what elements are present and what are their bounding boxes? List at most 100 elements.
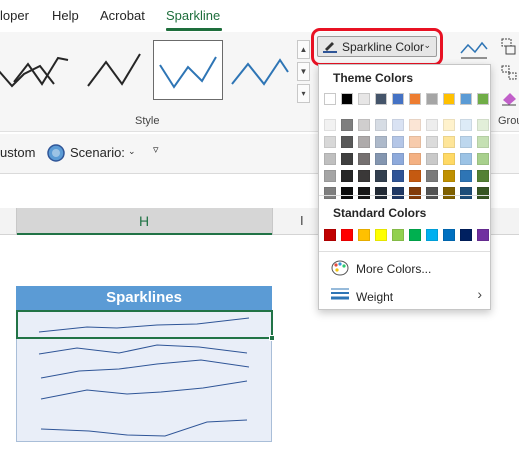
theme-color-swatch[interactable] bbox=[426, 119, 438, 131]
theme-color-swatch[interactable] bbox=[426, 93, 438, 105]
gallery-more-button[interactable]: ▾ bbox=[297, 84, 310, 103]
group-icon[interactable] bbox=[500, 37, 518, 57]
theme-color-swatch[interactable] bbox=[392, 170, 404, 182]
theme-color-swatch[interactable] bbox=[443, 93, 455, 105]
theme-color-swatch[interactable] bbox=[426, 153, 438, 165]
theme-color-swatch[interactable] bbox=[409, 153, 421, 165]
standard-color-swatch[interactable] bbox=[358, 229, 370, 241]
theme-color-swatch[interactable] bbox=[477, 136, 489, 148]
sparkline-style-thumb-3[interactable] bbox=[84, 40, 148, 100]
theme-color-swatch[interactable] bbox=[426, 136, 438, 148]
chevron-down-icon: ▼ bbox=[299, 67, 308, 76]
scenario-dropdown[interactable]: Scenario: bbox=[70, 145, 125, 160]
theme-color-swatch[interactable] bbox=[409, 119, 421, 131]
theme-color-swatch[interactable] bbox=[375, 187, 387, 199]
theme-color-swatch[interactable] bbox=[443, 119, 455, 131]
theme-color-swatch[interactable] bbox=[375, 170, 387, 182]
standard-color-swatch[interactable] bbox=[324, 229, 336, 241]
standard-color-swatch[interactable] bbox=[375, 229, 387, 241]
theme-color-swatch[interactable] bbox=[460, 136, 472, 148]
theme-color-swatch[interactable] bbox=[409, 93, 421, 105]
theme-color-swatch[interactable] bbox=[443, 187, 455, 199]
theme-color-swatch[interactable] bbox=[341, 187, 353, 199]
theme-color-swatch[interactable] bbox=[392, 136, 404, 148]
theme-color-swatch[interactable] bbox=[358, 187, 370, 199]
tab-help[interactable]: Help bbox=[52, 8, 79, 23]
fill-handle[interactable] bbox=[269, 335, 275, 341]
theme-color-swatch[interactable] bbox=[324, 136, 336, 148]
theme-color-swatch[interactable] bbox=[324, 153, 336, 165]
theme-color-swatch[interactable] bbox=[460, 170, 472, 182]
standard-color-swatch[interactable] bbox=[477, 229, 489, 241]
standard-color-swatch[interactable] bbox=[409, 229, 421, 241]
theme-color-swatch[interactable] bbox=[358, 93, 370, 105]
theme-color-swatch[interactable] bbox=[341, 170, 353, 182]
theme-color-swatch[interactable] bbox=[358, 119, 370, 131]
sparkline-axis-icon[interactable] bbox=[459, 39, 489, 61]
theme-color-swatch[interactable] bbox=[477, 187, 489, 199]
gallery-scroll-down-button[interactable]: ▼ bbox=[297, 62, 310, 81]
theme-color-swatch[interactable] bbox=[409, 187, 421, 199]
sparklines-header-cell[interactable]: Sparklines bbox=[16, 286, 272, 310]
theme-color-swatch[interactable] bbox=[426, 170, 438, 182]
theme-color-swatch[interactable] bbox=[426, 187, 438, 199]
theme-color-swatch[interactable] bbox=[324, 93, 336, 105]
scenario-chevron-icon[interactable]: ⌄ bbox=[128, 146, 136, 157]
gallery-scroll-up-button[interactable]: ▲ bbox=[297, 40, 310, 59]
menu-divider bbox=[319, 251, 490, 252]
more-colors-item[interactable]: More Colors... bbox=[356, 262, 431, 276]
theme-color-swatch[interactable] bbox=[358, 136, 370, 148]
theme-color-swatch[interactable] bbox=[477, 93, 489, 105]
theme-color-swatch[interactable] bbox=[409, 170, 421, 182]
custom-view-label[interactable]: ustom bbox=[0, 145, 35, 160]
theme-color-swatch[interactable] bbox=[477, 153, 489, 165]
theme-color-swatch[interactable] bbox=[341, 93, 353, 105]
standard-color-swatch[interactable] bbox=[392, 229, 404, 241]
tab-acrobat[interactable]: Acrobat bbox=[100, 8, 145, 23]
theme-color-swatch[interactable] bbox=[375, 119, 387, 131]
sparkline-4 bbox=[40, 380, 248, 400]
theme-color-swatch[interactable] bbox=[324, 170, 336, 182]
ungroup-icon[interactable] bbox=[500, 64, 518, 82]
theme-color-swatch[interactable] bbox=[460, 93, 472, 105]
theme-color-swatch[interactable] bbox=[392, 187, 404, 199]
sparkline-style-thumb-2[interactable] bbox=[8, 40, 72, 100]
theme-color-swatch[interactable] bbox=[477, 119, 489, 131]
theme-color-swatch[interactable] bbox=[341, 119, 353, 131]
theme-color-swatch[interactable] bbox=[358, 153, 370, 165]
theme-color-swatch[interactable] bbox=[324, 119, 336, 131]
theme-color-swatch[interactable] bbox=[375, 153, 387, 165]
column-header-h[interactable]: H bbox=[16, 208, 272, 235]
theme-color-swatch[interactable] bbox=[324, 187, 336, 199]
sparkline-style-thumb-5[interactable] bbox=[228, 40, 292, 100]
sparkline-style-thumb-selected[interactable] bbox=[153, 40, 223, 100]
theme-color-swatch[interactable] bbox=[460, 119, 472, 131]
standard-color-swatch[interactable] bbox=[443, 229, 455, 241]
standard-color-swatch[interactable] bbox=[426, 229, 438, 241]
tab-developer[interactable]: loper bbox=[0, 8, 29, 23]
theme-color-swatch[interactable] bbox=[460, 153, 472, 165]
theme-color-swatch[interactable] bbox=[443, 153, 455, 165]
theme-color-swatch[interactable] bbox=[443, 136, 455, 148]
theme-color-swatch[interactable] bbox=[375, 136, 387, 148]
standard-color-swatch[interactable] bbox=[460, 229, 472, 241]
theme-color-swatch[interactable] bbox=[392, 119, 404, 131]
weight-item[interactable]: Weight bbox=[356, 290, 393, 304]
theme-color-swatch[interactable] bbox=[443, 170, 455, 182]
theme-color-swatch[interactable] bbox=[477, 170, 489, 182]
theme-color-swatch[interactable] bbox=[341, 136, 353, 148]
group-label-right: Grou bbox=[498, 115, 519, 127]
standard-color-swatch[interactable] bbox=[341, 229, 353, 241]
theme-color-swatch[interactable] bbox=[392, 93, 404, 105]
theme-color-swatch[interactable] bbox=[358, 170, 370, 182]
style-thumb-line bbox=[13, 56, 69, 86]
theme-color-swatch[interactable] bbox=[460, 187, 472, 199]
theme-color-swatch[interactable] bbox=[392, 153, 404, 165]
overflow-menu-icon[interactable]: ▿ bbox=[153, 143, 159, 156]
clear-icon[interactable] bbox=[500, 90, 518, 106]
theme-color-swatch[interactable] bbox=[409, 136, 421, 148]
column-header-i[interactable]: I bbox=[300, 213, 304, 228]
theme-color-swatch[interactable] bbox=[341, 153, 353, 165]
theme-color-swatch[interactable] bbox=[375, 93, 387, 105]
tab-sparkline[interactable]: Sparkline bbox=[166, 8, 220, 23]
